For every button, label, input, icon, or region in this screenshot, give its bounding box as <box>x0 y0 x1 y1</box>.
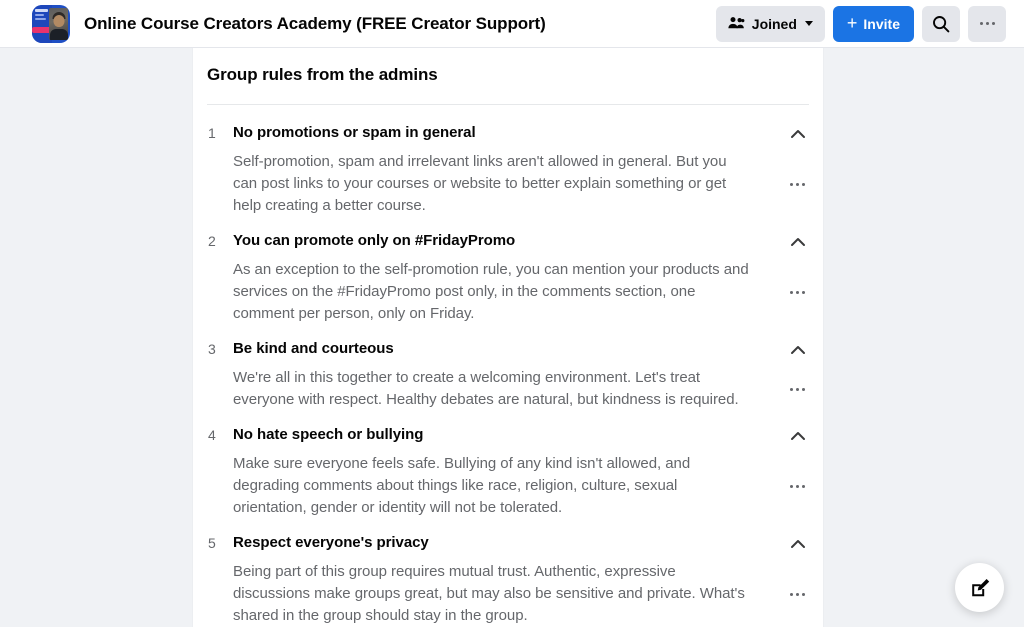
chevron-up-icon[interactable] <box>787 126 809 142</box>
rule-title: You can promote only on #FridayPromo <box>233 232 516 249</box>
chevron-up-icon[interactable] <box>787 342 809 358</box>
rule-number: 3 <box>208 341 216 357</box>
rule-description: As an exception to the self-promotion ru… <box>233 261 749 322</box>
chevron-up-icon[interactable] <box>787 536 809 552</box>
list-item: 2 You can promote only on #FridayPromo A… <box>207 217 809 325</box>
rule-more-options-button[interactable] <box>785 476 809 496</box>
invite-button-label: Invite <box>863 15 900 32</box>
rule-more-options-button[interactable] <box>785 584 809 604</box>
compose-post-fab[interactable] <box>955 563 1004 612</box>
rule-number: 5 <box>208 535 216 551</box>
rule-more-options-button[interactable] <box>785 282 809 302</box>
rule-title: No hate speech or bullying <box>233 426 424 443</box>
chevron-up-icon[interactable] <box>787 234 809 250</box>
group-name-title[interactable]: Online Course Creators Academy (FREE Cre… <box>84 14 546 34</box>
invite-button[interactable]: + Invite <box>832 5 914 42</box>
list-item: 4 No hate speech or bullying Make sure e… <box>207 411 809 519</box>
rule-description: Being part of this group requires mutual… <box>233 563 745 624</box>
rule-header[interactable]: 3 Be kind and courteous <box>207 339 809 359</box>
rule-body: Being part of this group requires mutual… <box>207 561 809 627</box>
chevron-up-icon[interactable] <box>787 428 809 444</box>
group-rules-card: Group rules from the admins 1 No promoti… <box>192 48 824 627</box>
rule-title: Be kind and courteous <box>233 340 394 357</box>
list-item: 1 No promotions or spam in general Self-… <box>207 109 809 217</box>
rule-description: Make sure everyone feels safe. Bullying … <box>233 455 691 516</box>
ellipsis-horizontal-icon <box>789 484 805 488</box>
group-header-bar: Online Course Creators Academy (FREE Cre… <box>0 0 1024 48</box>
ellipsis-horizontal-icon <box>789 592 805 596</box>
rule-header[interactable]: 1 No promotions or spam in general <box>207 123 809 143</box>
header-more-options-button[interactable] <box>968 5 1006 42</box>
rule-more-options-button[interactable] <box>785 379 809 399</box>
joined-button[interactable]: Joined <box>715 5 825 42</box>
page-body: Group rules from the admins 1 No promoti… <box>0 48 1024 627</box>
header-actions: Joined + Invite <box>715 5 1006 42</box>
ellipsis-horizontal-icon <box>979 22 995 25</box>
joined-button-label: Joined <box>751 15 797 32</box>
search-button[interactable] <box>922 5 960 42</box>
rule-header[interactable]: 5 Respect everyone's privacy <box>207 533 809 553</box>
rule-title: Respect everyone's privacy <box>233 534 429 551</box>
ellipsis-horizontal-icon <box>789 290 805 294</box>
rule-body: Self-promotion, spam and irrelevant link… <box>207 151 809 217</box>
rule-title: No promotions or spam in general <box>233 124 476 141</box>
rule-description: We're all in this together to create a w… <box>233 369 739 408</box>
ellipsis-horizontal-icon <box>789 387 805 391</box>
rule-header[interactable]: 4 No hate speech or bullying <box>207 425 809 445</box>
people-group-icon <box>728 16 745 32</box>
rule-body: As an exception to the self-promotion ru… <box>207 259 809 325</box>
rule-number: 1 <box>208 125 216 141</box>
rule-number: 2 <box>208 233 216 249</box>
rule-body: We're all in this together to create a w… <box>207 367 809 411</box>
rule-number: 4 <box>208 427 216 443</box>
avatar-person-photo <box>49 7 68 40</box>
list-item: 3 Be kind and courteous We're all in thi… <box>207 325 809 411</box>
rule-more-options-button[interactable] <box>785 174 809 194</box>
group-avatar[interactable] <box>32 4 70 43</box>
plus-icon: + <box>846 13 858 33</box>
rules-list: 1 No promotions or spam in general Self-… <box>207 105 809 627</box>
ellipsis-horizontal-icon <box>789 182 805 186</box>
rule-body: Make sure everyone feels safe. Bullying … <box>207 453 809 519</box>
compose-edit-icon <box>968 576 992 600</box>
search-icon <box>932 15 950 33</box>
chevron-down-icon <box>804 21 813 26</box>
page-title: Group rules from the admins <box>207 65 438 84</box>
rule-description: Self-promotion, spam and irrelevant link… <box>233 153 727 214</box>
rule-header[interactable]: 2 You can promote only on #FridayPromo <box>207 231 809 251</box>
list-item: 5 Respect everyone's privacy Being part … <box>207 519 809 627</box>
